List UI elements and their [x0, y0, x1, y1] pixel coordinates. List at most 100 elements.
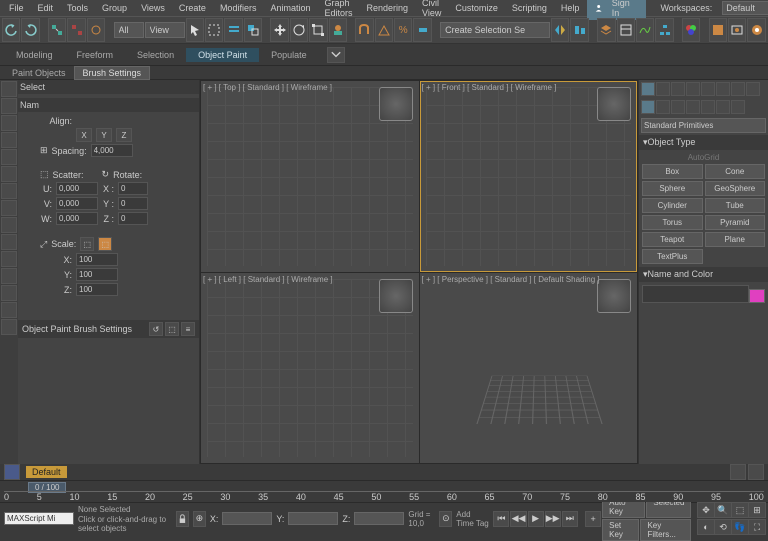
- menu-customize[interactable]: Customize: [449, 2, 504, 14]
- menu-modifiers[interactable]: Modifiers: [214, 2, 263, 14]
- primitives-dropdown[interactable]: Standard Primitives: [641, 118, 766, 133]
- cylinder-button[interactable]: Cylinder: [642, 198, 703, 213]
- angle-snap-button[interactable]: [375, 18, 393, 42]
- torus-button[interactable]: Torus: [642, 215, 703, 230]
- goto-start-button[interactable]: ⏮: [493, 511, 509, 527]
- left-btn-15[interactable]: [1, 319, 17, 335]
- selection-set-input[interactable]: [440, 22, 550, 38]
- tab-objectpaint[interactable]: Object Paint: [186, 48, 259, 62]
- spacing-input[interactable]: [91, 144, 133, 157]
- menu-create[interactable]: Create: [173, 2, 212, 14]
- nav-zoom-button[interactable]: 🔍: [714, 502, 732, 518]
- snap-toggle-button[interactable]: [355, 18, 373, 42]
- zr-input[interactable]: [118, 212, 148, 225]
- left-btn-4[interactable]: [1, 132, 17, 148]
- menu-rendering[interactable]: Rendering: [361, 2, 415, 14]
- material-editor-button[interactable]: [682, 18, 700, 42]
- object-name-input[interactable]: [642, 285, 749, 303]
- redo-button[interactable]: [21, 18, 39, 42]
- workspace-input[interactable]: [722, 1, 768, 15]
- nav-pan-button[interactable]: ✥: [697, 502, 715, 518]
- geosphere-button[interactable]: GeoSphere: [705, 181, 766, 196]
- nav-orbit-button[interactable]: ⟲: [714, 519, 732, 535]
- x-coord-input[interactable]: [222, 512, 272, 525]
- scale-opt1-button[interactable]: ⬚: [80, 237, 94, 251]
- teapot-button[interactable]: Teapot: [642, 232, 703, 247]
- curve-editor-button[interactable]: [636, 18, 654, 42]
- set-key-button[interactable]: Set Key: [602, 519, 639, 541]
- tube-button[interactable]: Tube: [705, 198, 766, 213]
- percent-snap-button[interactable]: %: [394, 18, 412, 42]
- align-y-button[interactable]: Y: [96, 128, 112, 142]
- align-button[interactable]: [570, 18, 588, 42]
- object-type-header[interactable]: ▾ Object Type: [639, 135, 768, 150]
- nav-fov-button[interactable]: ◐: [697, 519, 715, 535]
- menu-group[interactable]: Group: [96, 2, 133, 14]
- key-mode-button[interactable]: +: [585, 511, 601, 527]
- window-crossing-button[interactable]: [244, 18, 262, 42]
- menu-edit[interactable]: Edit: [32, 2, 60, 14]
- tab-brushsettings[interactable]: Brush Settings: [74, 66, 151, 80]
- undo-button[interactable]: [2, 18, 20, 42]
- footer-btn3[interactable]: ≡: [181, 322, 195, 336]
- helpers-subtab[interactable]: [701, 100, 715, 114]
- left-btn-13[interactable]: [1, 285, 17, 301]
- spacewarps-subtab[interactable]: [716, 100, 730, 114]
- view-cube-top[interactable]: [379, 87, 413, 121]
- pyramid-button[interactable]: Pyramid: [705, 215, 766, 230]
- view-cube-front[interactable]: [597, 87, 631, 121]
- viewport-persp-label[interactable]: [ + ] [ Perspective ] [ Standard ] [ Def…: [422, 275, 600, 284]
- viewport-front[interactable]: [ + ] [ Front ] [ Standard ] [ Wireframe…: [420, 81, 638, 272]
- extra-tab2[interactable]: [746, 82, 760, 96]
- bottom-btn1[interactable]: [730, 464, 746, 480]
- nav-walk-button[interactable]: 👣: [731, 519, 749, 535]
- tab-freeform[interactable]: Freeform: [65, 48, 126, 62]
- xr-input[interactable]: [118, 182, 148, 195]
- motion-tab[interactable]: [686, 82, 700, 96]
- view-cube-left[interactable]: [379, 279, 413, 313]
- tab-populate[interactable]: Populate: [259, 48, 319, 62]
- render-frame-button[interactable]: [728, 18, 746, 42]
- scene-explorer-button[interactable]: [617, 18, 635, 42]
- tab-paintobjects[interactable]: Paint Objects: [4, 67, 74, 79]
- select-region-button[interactable]: [205, 18, 223, 42]
- timetag-icon[interactable]: ⊙: [439, 511, 452, 527]
- next-frame-button[interactable]: ▶▶: [545, 511, 561, 527]
- nav-zoom-region-button[interactable]: ⬚: [731, 502, 749, 518]
- move-button[interactable]: [270, 18, 288, 42]
- play-button[interactable]: ▶: [528, 511, 544, 527]
- nav-maximize-button[interactable]: ⛶: [748, 519, 766, 535]
- left-btn-6[interactable]: [1, 166, 17, 182]
- menu-views[interactable]: Views: [135, 2, 171, 14]
- menu-grapheditors[interactable]: Graph Editors: [318, 0, 358, 19]
- link-button[interactable]: [48, 18, 66, 42]
- schematic-view-button[interactable]: [655, 18, 673, 42]
- tab-modeling[interactable]: Modeling: [4, 48, 65, 62]
- lights-subtab[interactable]: [671, 100, 685, 114]
- view-cube-persp[interactable]: [597, 279, 631, 313]
- select-name-button[interactable]: [224, 18, 242, 42]
- viewport-left-label[interactable]: [ + ] [ Left ] [ Standard ] [ Wireframe …: [203, 275, 333, 284]
- scale-button[interactable]: [309, 18, 327, 42]
- unlink-button[interactable]: [67, 18, 85, 42]
- select-button[interactable]: [186, 18, 204, 42]
- transform-gizmo-button[interactable]: ⊕: [193, 511, 206, 527]
- left-btn-8[interactable]: [1, 200, 17, 216]
- bind-button[interactable]: [87, 18, 105, 42]
- signin-button[interactable]: Sign In: [587, 0, 646, 20]
- viewport-top-label[interactable]: [ + ] [ Top ] [ Standard ] [ Wireframe ]: [203, 83, 332, 92]
- prev-frame-button[interactable]: ◀◀: [510, 511, 526, 527]
- z-coord-input[interactable]: [354, 512, 404, 525]
- left-btn-11[interactable]: [1, 251, 17, 267]
- left-btn-2[interactable]: [1, 98, 17, 114]
- layout-preset-button[interactable]: [4, 464, 20, 480]
- align-z-button[interactable]: Z: [116, 128, 132, 142]
- render-setup-button[interactable]: [709, 18, 727, 42]
- menu-animation[interactable]: Animation: [264, 2, 316, 14]
- left-btn-12[interactable]: [1, 268, 17, 284]
- v-input[interactable]: [56, 197, 98, 210]
- viewport-front-label[interactable]: [ + ] [ Front ] [ Standard ] [ Wireframe…: [422, 83, 557, 92]
- footer-btn1[interactable]: ↺: [149, 322, 163, 336]
- textplus-button[interactable]: TextPlus: [642, 249, 703, 264]
- shapes-subtab[interactable]: [656, 100, 670, 114]
